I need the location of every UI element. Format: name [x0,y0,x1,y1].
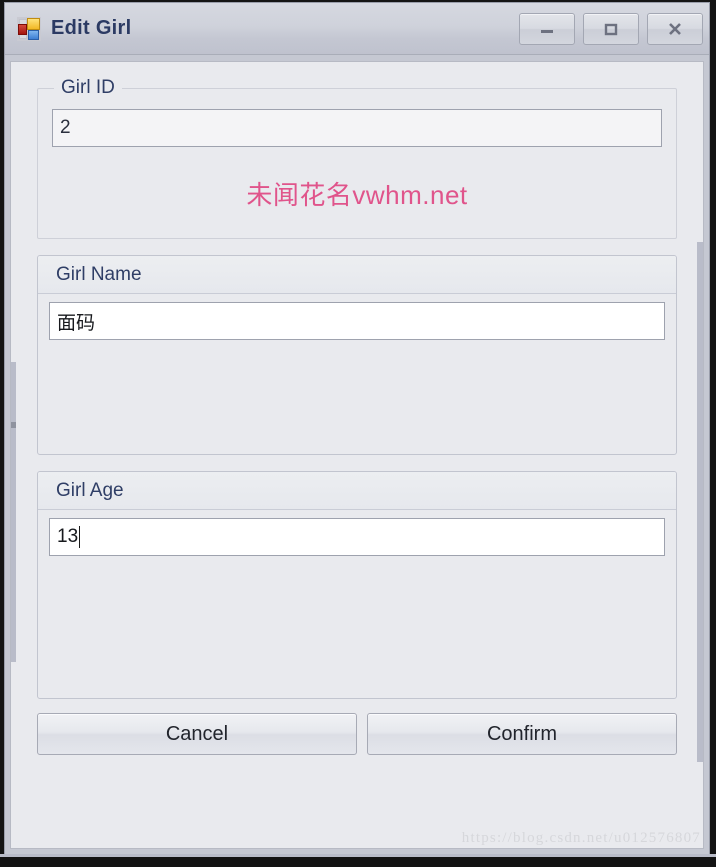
girl-age-panel: Girl Age 13 [37,471,677,699]
girl-id-value: 2 [60,117,71,138]
girl-id-input[interactable]: 2 [52,109,662,147]
winform-app-icon [17,16,41,41]
client-area: Girl ID 2 未闻花名vwhm.net Girl Name 面码 Girl… [10,61,704,849]
girl-id-groupbox: Girl ID 2 未闻花名vwhm.net [37,77,677,239]
girl-age-header: Girl Age [38,472,676,510]
confirm-button[interactable]: Confirm [367,713,677,755]
right-scrollbar-strip[interactable] [697,242,703,762]
desktop-backdrop: Edit Girl Girl ID 2 未闻花名vwhm.net Girl Na… [0,0,716,867]
left-scrollbar-thumb[interactable] [11,422,16,428]
minimize-icon [541,29,553,33]
maximize-icon [604,23,618,35]
minimize-button[interactable] [519,12,575,45]
girl-name-body: 面码 [38,294,676,454]
girl-name-header: Girl Name [38,256,676,294]
site-watermark: 未闻花名vwhm.net [246,180,468,210]
text-caret [79,526,81,548]
girl-age-value: 13 [57,526,79,547]
girl-age-body: 13 [38,510,676,698]
dialog-button-row: Cancel Confirm [37,713,677,755]
girl-id-legend: Girl ID [54,77,122,99]
girl-name-value: 面码 [57,312,96,334]
title-bar[interactable]: Edit Girl [5,3,709,55]
maximize-button[interactable] [583,12,639,45]
window-title: Edit Girl [51,17,132,39]
girl-age-input[interactable]: 13 [49,518,665,556]
window-controls [519,12,703,45]
csdn-watermark: https://blog.csdn.net/u012576807 [461,830,701,846]
close-button[interactable] [647,12,703,45]
edit-girl-window: Edit Girl Girl ID 2 未闻花名vwhm.net Girl Na… [4,2,710,855]
left-scrollbar-strip[interactable] [11,362,16,662]
girl-name-input[interactable]: 面码 [49,302,665,340]
girl-name-panel: Girl Name 面码 [37,255,677,455]
desktop-bottom-shadow [0,857,716,867]
close-icon [669,22,681,35]
cancel-button[interactable]: Cancel [37,713,357,755]
